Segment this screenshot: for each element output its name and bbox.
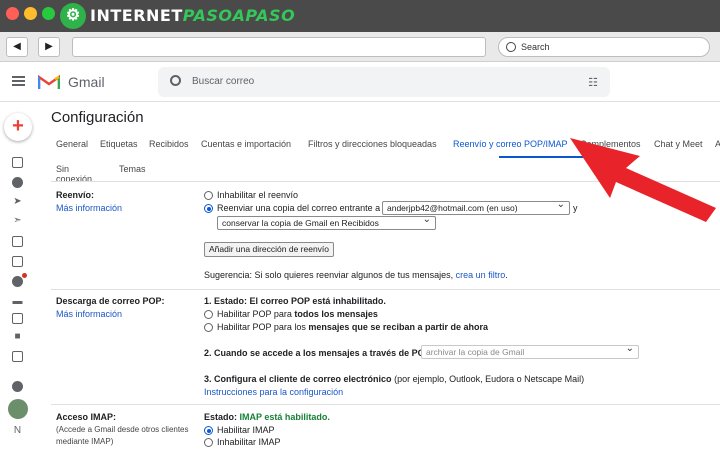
gmail-search-placeholder: Buscar correo bbox=[192, 76, 255, 87]
imap-status: Estado: IMAP está habilitado. bbox=[204, 412, 330, 422]
video-icon[interactable]: ■ bbox=[12, 331, 23, 342]
browser-search-field[interactable]: Search bbox=[498, 37, 710, 57]
tab-inbox[interactable]: Recibidos bbox=[149, 139, 189, 149]
create-filter-link[interactable]: crea un filtro bbox=[456, 270, 506, 280]
site-logo-text: INTERNETPASOAPASO bbox=[90, 6, 296, 25]
maximize-window-button[interactable] bbox=[42, 7, 55, 20]
keep-copy-select[interactable]: conservar la copia de Gmail en Recibidos bbox=[217, 216, 436, 230]
mail-icon[interactable] bbox=[12, 256, 23, 267]
tab-filters[interactable]: Filtros y direcciones bloqueadas bbox=[308, 139, 437, 149]
imap-enable-label: Habilitar IMAP bbox=[217, 425, 275, 435]
pop-step3: 3. Configura el cliente de correo electr… bbox=[204, 374, 585, 384]
inbox-icon[interactable] bbox=[12, 157, 23, 168]
keyboard-icon[interactable] bbox=[12, 351, 23, 362]
search-options-icon[interactable]: ☷ bbox=[588, 76, 598, 89]
page-title: Configuración bbox=[51, 109, 144, 126]
forwarding-more-info-link[interactable]: Más información bbox=[56, 203, 122, 213]
address-bar[interactable] bbox=[72, 37, 486, 57]
forwarding-label: Reenvío: bbox=[56, 190, 95, 200]
gmail-logo-icon bbox=[38, 74, 60, 89]
enable-forwarding-radio[interactable] bbox=[204, 204, 213, 213]
search-icon bbox=[170, 75, 181, 86]
back-button[interactable]: ◀ bbox=[6, 37, 28, 57]
pop-label: Descarga de correo POP: bbox=[56, 296, 165, 306]
pop-new-label: Habilitar POP para los mensajes que se r… bbox=[217, 322, 488, 332]
pop-more-info-link[interactable]: Más información bbox=[56, 309, 122, 319]
main-menu-icon[interactable] bbox=[12, 76, 25, 86]
important-icon[interactable]: ➤ bbox=[12, 196, 23, 207]
avatar[interactable] bbox=[8, 399, 28, 419]
compose-button[interactable]: + bbox=[4, 113, 32, 141]
pop-all-label: Habilitar POP para todos los mensajes bbox=[217, 309, 378, 319]
disable-forwarding-label: Inhabilitar el reenvío bbox=[217, 190, 299, 200]
search-icon bbox=[506, 42, 516, 52]
gmail-logo-text: Gmail bbox=[68, 74, 105, 90]
pop-step2: 2. Cuando se accede a los mensajes a tra… bbox=[204, 348, 431, 358]
left-rail: + ➤ ➣ ▬ ■ N bbox=[0, 103, 36, 450]
sent-icon[interactable]: ➣ bbox=[12, 215, 23, 226]
meet-icon[interactable] bbox=[12, 313, 23, 324]
browser-search-label: Search bbox=[521, 42, 550, 52]
pop-new-radio[interactable] bbox=[204, 323, 213, 332]
tab-labels[interactable]: Etiquetas bbox=[100, 139, 138, 149]
imap-label: Acceso IMAP: bbox=[56, 412, 117, 422]
drafts-icon[interactable] bbox=[12, 236, 23, 247]
pop-instructions-link[interactable]: Instrucciones para la configuración bbox=[204, 387, 343, 397]
section-divider bbox=[51, 404, 720, 405]
snoozed-icon[interactable] bbox=[12, 177, 23, 188]
minimize-window-button[interactable] bbox=[24, 7, 37, 20]
close-window-button[interactable] bbox=[6, 7, 19, 20]
chat-icon[interactable] bbox=[12, 381, 23, 392]
rail-label-n: N bbox=[13, 425, 22, 436]
pop-action-select[interactable]: archivar la copia de Gmail bbox=[421, 345, 639, 359]
imap-enable-radio[interactable] bbox=[204, 426, 213, 435]
pop-status: 1. Estado: El correo POP está inhabilita… bbox=[204, 296, 386, 306]
disable-forwarding-radio[interactable] bbox=[204, 191, 213, 200]
more-labels-icon[interactable]: ▬ bbox=[12, 296, 23, 307]
tab-accounts[interactable]: Cuentas e importación bbox=[201, 139, 291, 149]
imap-disable-label: Inhabilitar IMAP bbox=[217, 437, 281, 447]
tab-themes[interactable]: Temas bbox=[119, 164, 146, 174]
site-logo-icon: ⚙ bbox=[60, 3, 86, 29]
forward-copy-label: Reenviar una copia del correo entrante a bbox=[217, 203, 381, 213]
forwarding-tip: Sugerencia: Si solo quieres reenviar alg… bbox=[204, 270, 508, 280]
spam-icon[interactable] bbox=[12, 273, 27, 287]
pop-all-radio[interactable] bbox=[204, 310, 213, 319]
section-divider bbox=[51, 289, 720, 290]
browser-toolbar: ◀ ▶ Search bbox=[0, 32, 720, 62]
gmail-header: Gmail Buscar correo ☷ bbox=[0, 62, 720, 102]
red-pointer-arrow bbox=[570, 138, 716, 222]
site-title-bar: ⚙ INTERNETPASOAPASO bbox=[0, 0, 720, 32]
forward-button[interactable]: ▶ bbox=[38, 37, 60, 57]
imap-disable-radio[interactable] bbox=[204, 438, 213, 447]
tab-general[interactable]: General bbox=[56, 139, 88, 149]
imap-note: (Accede a Gmail desde otros clientes med… bbox=[56, 425, 189, 446]
gmail-search-input[interactable]: Buscar correo ☷ bbox=[158, 67, 610, 97]
add-forwarding-address-button[interactable]: Añadir una dirección de reenvío bbox=[204, 242, 335, 257]
